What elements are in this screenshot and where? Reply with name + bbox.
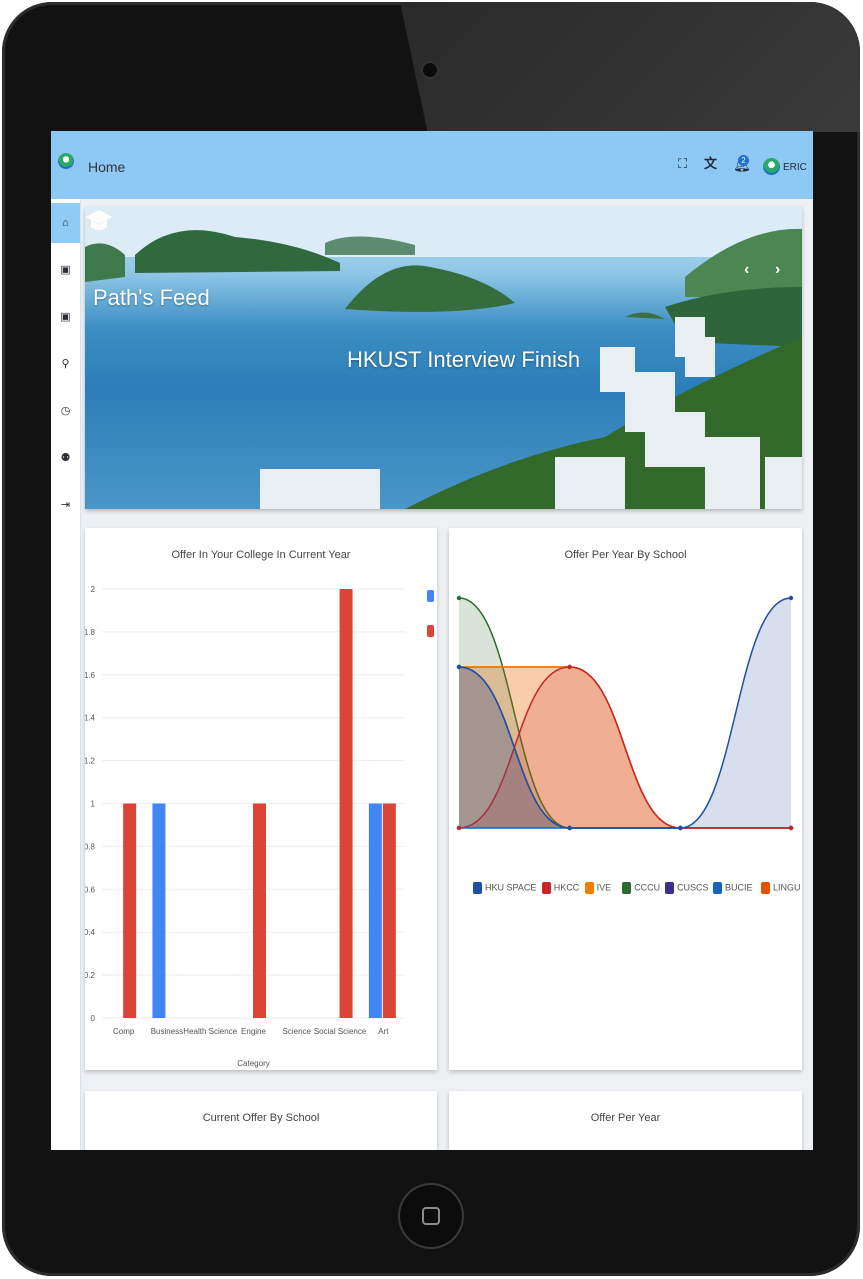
data-point <box>567 664 572 670</box>
legend-item[interactable]: CUSCS <box>665 882 709 894</box>
y-tick-label: 2 <box>91 585 96 594</box>
sidebar-item-logout[interactable]: ⇥ <box>51 485 80 525</box>
x-axis-label: Category <box>237 1059 269 1068</box>
sidebar-item-book-2[interactable]: ▣ <box>51 297 80 337</box>
legend-swatch <box>713 882 722 894</box>
data-point <box>456 664 462 670</box>
legend-swatch <box>761 882 770 894</box>
sidebar-item-people[interactable]: ⚉ <box>51 438 80 478</box>
page-title: Home <box>88 159 126 175</box>
legend-label: HKCC <box>553 882 580 893</box>
legend-swatch <box>427 590 434 602</box>
legend-item[interactable]: HKCC <box>541 882 580 894</box>
bar <box>339 589 353 1018</box>
sidebar: ⌂ ▣ ▣ ⚲ ◷ ⚉ ⇥ <box>51 199 81 1150</box>
people-icon: ⚉ <box>60 452 71 464</box>
bar <box>368 803 382 1018</box>
fullscreen-icon[interactable]: ⛶ <box>678 157 687 171</box>
legend-swatch <box>427 625 434 637</box>
x-tick-label: Art <box>378 1027 389 1036</box>
home-icon: ⌂ <box>62 217 69 229</box>
app-screen: Home ⛶ 文 🔔︎ 2 ERIC ⌂ ▣ ▣ ⚲ ◷ ⚉ ⇥ <box>51 131 813 1150</box>
book-icon: ▣ <box>60 264 71 276</box>
x-tick-label: Science <box>283 1027 312 1036</box>
legend-swatch <box>473 882 482 894</box>
bar <box>152 803 166 1018</box>
x-tick-label: Engine <box>241 1027 266 1036</box>
y-tick-label: 0.6 <box>85 885 96 894</box>
school-offer-card: Offer Per Year By School HKU SPACE HKCC IV… <box>449 528 802 1070</box>
legend-label: CCCU <box>634 882 661 893</box>
legend-swatch <box>665 882 674 894</box>
username[interactable]: ERIC <box>783 162 807 173</box>
y-tick-label: 0 <box>91 1014 96 1023</box>
sidebar-item-home[interactable]: ⌂ <box>51 203 80 243</box>
legend-swatch <box>622 882 632 894</box>
y-tick-label: 1.4 <box>85 714 96 723</box>
top-bar: Home ⛶ 文 🔔︎ 2 ERIC <box>51 131 813 199</box>
y-tick-label: 1.8 <box>85 628 96 637</box>
data-point <box>567 825 572 831</box>
search-icon: ⚲ <box>61 358 70 370</box>
data-point <box>678 825 683 831</box>
bar <box>382 803 396 1018</box>
bar <box>253 803 266 1018</box>
translate-icon[interactable]: 文 <box>704 157 717 171</box>
sidebar-item-history[interactable]: ◷ <box>51 391 80 431</box>
book-icon: ▣ <box>60 311 71 323</box>
notification-badge: 2 <box>738 155 749 166</box>
y-tick-label: 1.2 <box>85 757 96 766</box>
x-tick-label: Health Science <box>183 1027 237 1036</box>
card-title: Current Offer By School <box>202 1112 320 1124</box>
y-tick-label: 1.6 <box>85 671 96 680</box>
camera <box>423 63 437 77</box>
college-offer-chart: 0 0.2 0.4 0.6 0.8 1 1.2 1.4 1.6 1.8 2 Comp Business H… <box>85 585 434 1068</box>
graduation-cap-icon <box>86 210 112 230</box>
legend-label: HKU SPACE <box>485 882 537 893</box>
x-tick-label: Comp <box>113 1027 135 1036</box>
current-offer-card: Current Offer By School <box>85 1091 437 1150</box>
sidebar-item-search[interactable]: ⚲ <box>51 344 80 384</box>
x-tick-label: Social Science <box>314 1027 367 1036</box>
legend-label: LINGU <box>773 882 801 893</box>
carousel-next-button[interactable]: › <box>775 261 780 279</box>
legend-item[interactable]: LINGU <box>761 882 801 894</box>
legend-label: IVE <box>596 882 612 893</box>
y-tick-label: 1 <box>91 800 96 809</box>
legend-item[interactable]: HKU SPACE <box>473 882 536 894</box>
tablet-frame: Home ⛶ 文 🔔︎ 2 ERIC ⌂ ▣ ▣ ⚲ ◷ ⚉ ⇥ <box>0 0 863 1279</box>
card-title: Offer Per Year <box>590 1112 661 1124</box>
avatar[interactable] <box>763 158 780 175</box>
legend-label: CUSCS <box>677 882 709 893</box>
data-point <box>788 595 794 601</box>
bar <box>123 803 137 1018</box>
college-offer-card: Offer In Your College In Current Year 00… <box>85 528 437 1070</box>
feed-banner[interactable]: Path's Feed HKUST Interview Finish ‹ › <box>85 207 802 509</box>
x-tick-label: Business <box>151 1027 183 1036</box>
legend-item[interactable]: BUCIE <box>713 882 753 894</box>
legend-item[interactable]: CCCU <box>622 882 660 894</box>
home-button[interactable] <box>400 1185 462 1247</box>
clock-icon: ◷ <box>60 405 71 417</box>
legend-label: BUCIE <box>725 882 753 893</box>
y-tick-label: 0.4 <box>85 928 96 937</box>
legend-swatch <box>541 882 551 894</box>
banner-brand: Path's Feed <box>93 285 210 310</box>
logout-icon: ⇥ <box>60 499 71 511</box>
banner-caption: HKUST Interview Finish <box>347 347 581 372</box>
app-logo[interactable] <box>58 153 74 169</box>
school-offer-chart <box>456 595 794 831</box>
sidebar-item-book[interactable]: ▣ <box>51 250 80 290</box>
y-tick-label: 0.2 <box>85 971 96 980</box>
carousel-prev-button[interactable]: ‹ <box>744 261 749 279</box>
legend-swatch <box>584 882 594 894</box>
legend-item[interactable]: IVE <box>584 882 612 894</box>
per-year-card: Offer Per Year <box>449 1091 802 1150</box>
bezel-glare <box>400 2 860 132</box>
data-point <box>456 595 462 601</box>
y-tick-label: 0.8 <box>85 842 96 851</box>
